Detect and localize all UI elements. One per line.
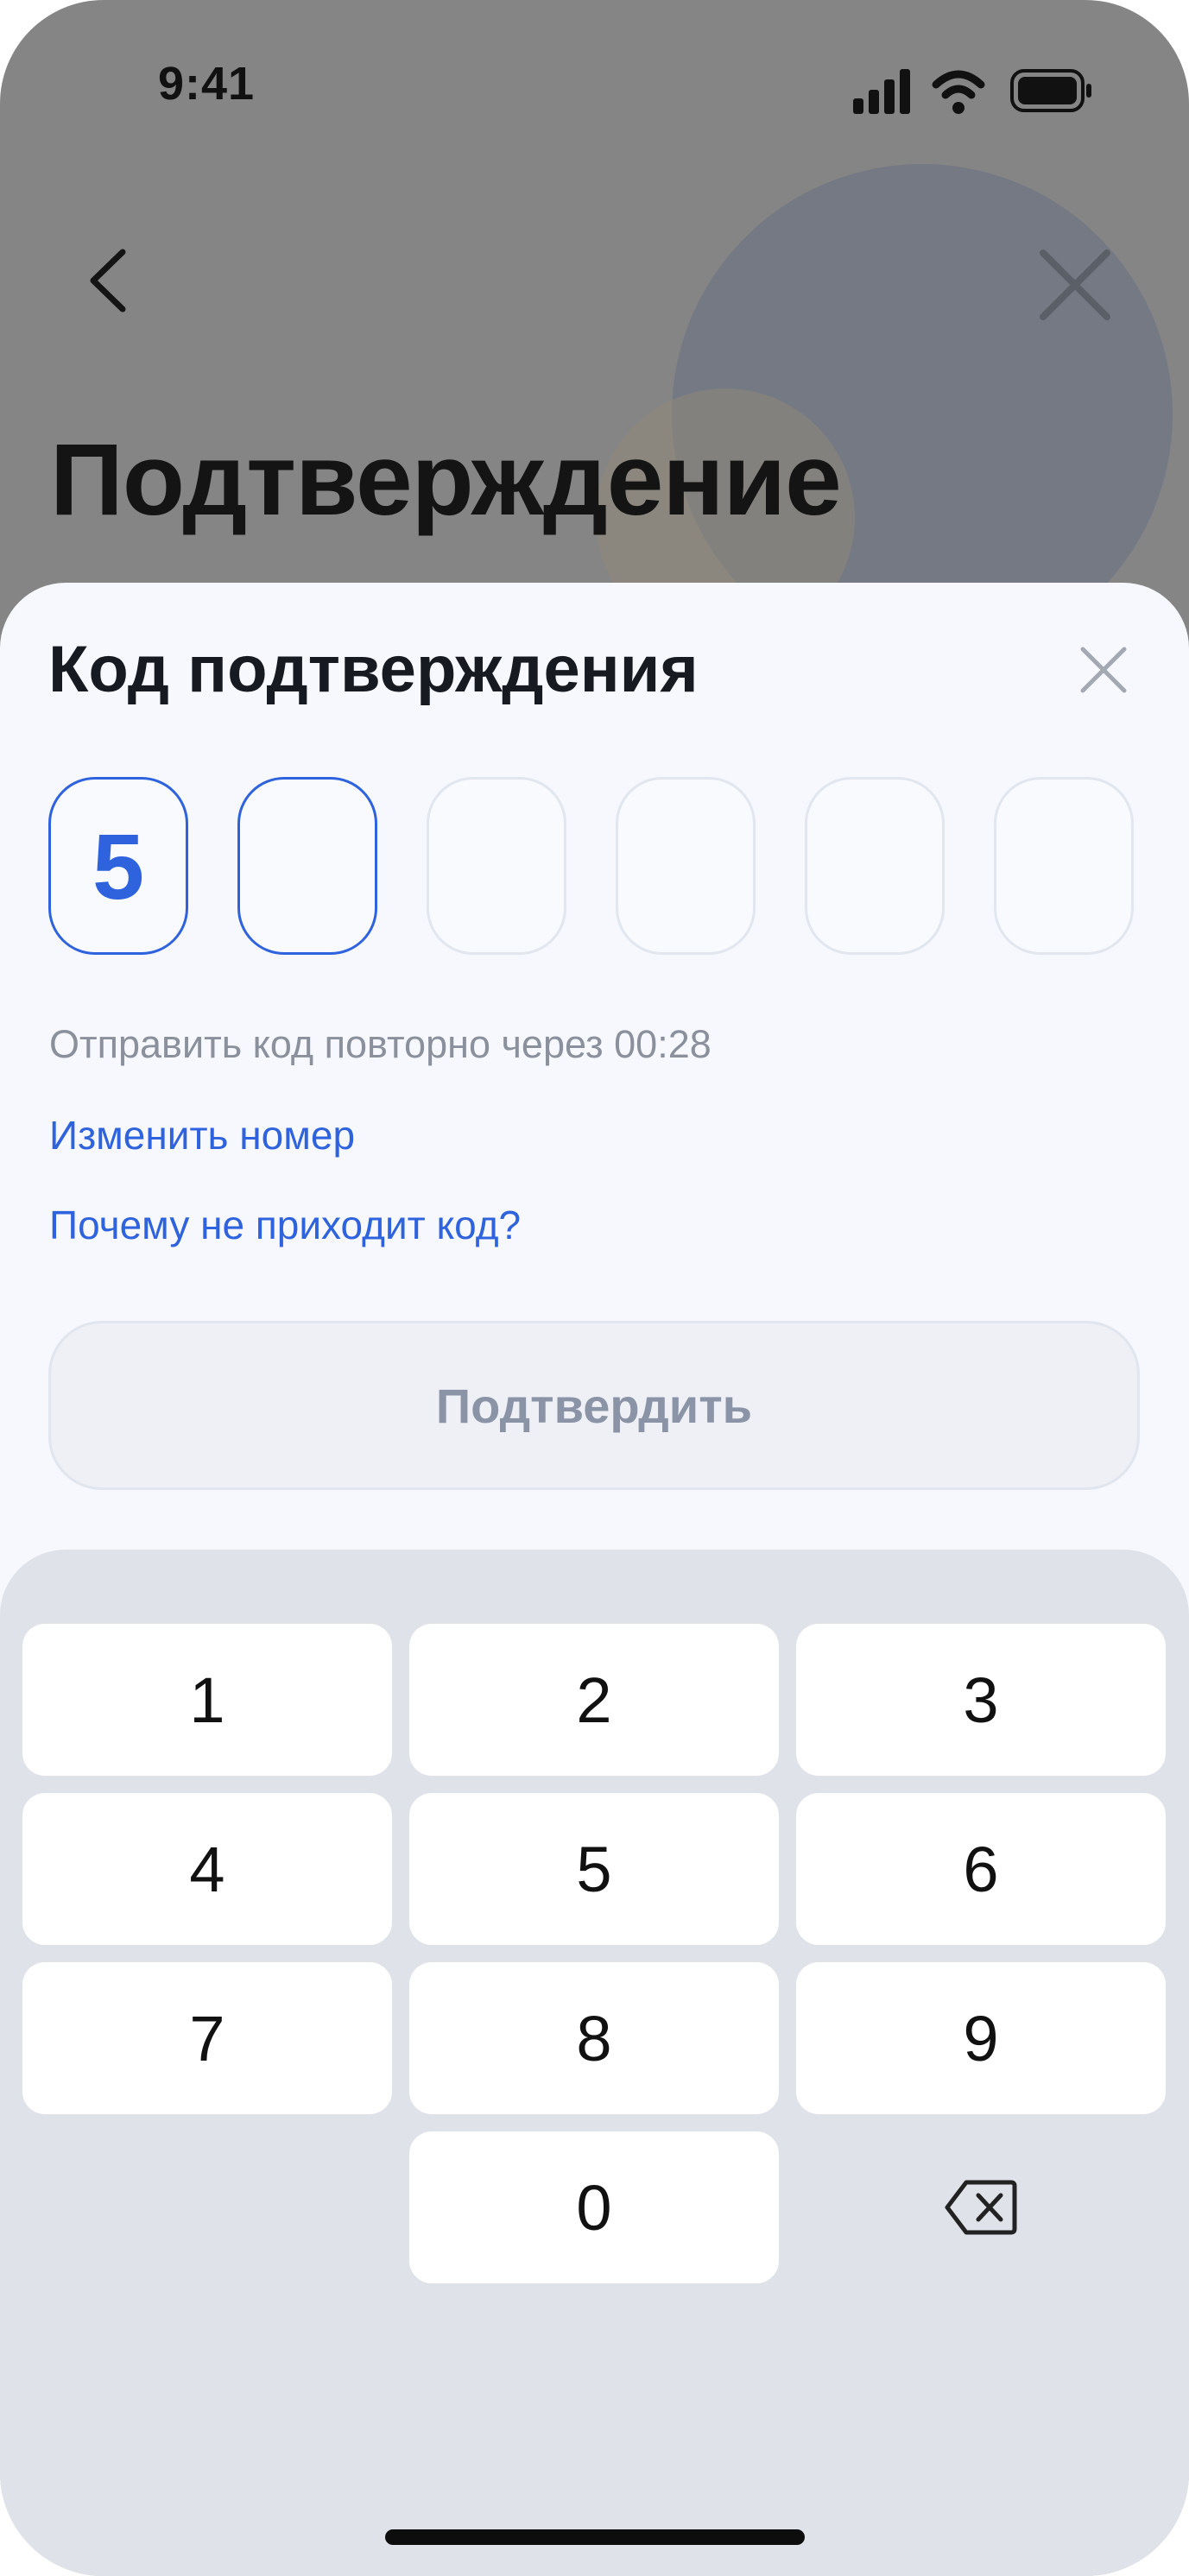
key-3[interactable]: 3 bbox=[796, 1624, 1166, 1776]
wifi-icon bbox=[932, 70, 985, 114]
close-icon[interactable] bbox=[1036, 246, 1114, 324]
resend-timer-text: Отправить код повторно через 00:28 bbox=[49, 1022, 712, 1066]
backspace-icon bbox=[945, 2180, 1017, 2235]
code-cell-4[interactable] bbox=[616, 777, 756, 955]
key-7[interactable]: 7 bbox=[22, 1962, 392, 2114]
sheet-title: Код подтверждения bbox=[48, 633, 699, 706]
close-icon[interactable] bbox=[1078, 644, 1129, 696]
status-time: 9:41 bbox=[158, 58, 256, 110]
home-indicator bbox=[385, 2529, 805, 2545]
key-0[interactable]: 0 bbox=[409, 2131, 779, 2283]
key-2[interactable]: 2 bbox=[409, 1624, 779, 1776]
code-cell-6[interactable] bbox=[994, 777, 1134, 955]
code-cell-3[interactable] bbox=[427, 777, 566, 955]
change-number-link[interactable]: Изменить номер bbox=[49, 1112, 355, 1159]
key-4[interactable]: 4 bbox=[22, 1793, 392, 1945]
why-no-code-link[interactable]: Почему не приходит код? bbox=[49, 1202, 521, 1248]
status-bar: 9:41 bbox=[0, 0, 1189, 173]
code-cell-1[interactable]: 5 bbox=[48, 777, 188, 955]
key-5[interactable]: 5 bbox=[409, 1793, 779, 1945]
key-8[interactable]: 8 bbox=[409, 1962, 779, 2114]
page-title: Подтверждение bbox=[50, 423, 842, 537]
phone-screen: 9:41 Подтверждение Код подтверждения 5 О… bbox=[0, 0, 1189, 2576]
code-cell-2[interactable] bbox=[237, 777, 377, 955]
key-6[interactable]: 6 bbox=[796, 1793, 1166, 1945]
confirm-button[interactable]: Подтвердить bbox=[48, 1321, 1140, 1490]
code-cell-5[interactable] bbox=[805, 777, 945, 955]
key-9[interactable]: 9 bbox=[796, 1962, 1166, 2114]
status-icons bbox=[853, 69, 1091, 114]
backspace-key[interactable] bbox=[796, 2131, 1166, 2283]
chevron-left-icon[interactable] bbox=[78, 242, 147, 319]
key-1[interactable]: 1 bbox=[22, 1624, 392, 1776]
battery-icon bbox=[1010, 69, 1091, 112]
code-input[interactable]: 5 bbox=[48, 777, 1140, 958]
signal-icon bbox=[853, 69, 910, 114]
